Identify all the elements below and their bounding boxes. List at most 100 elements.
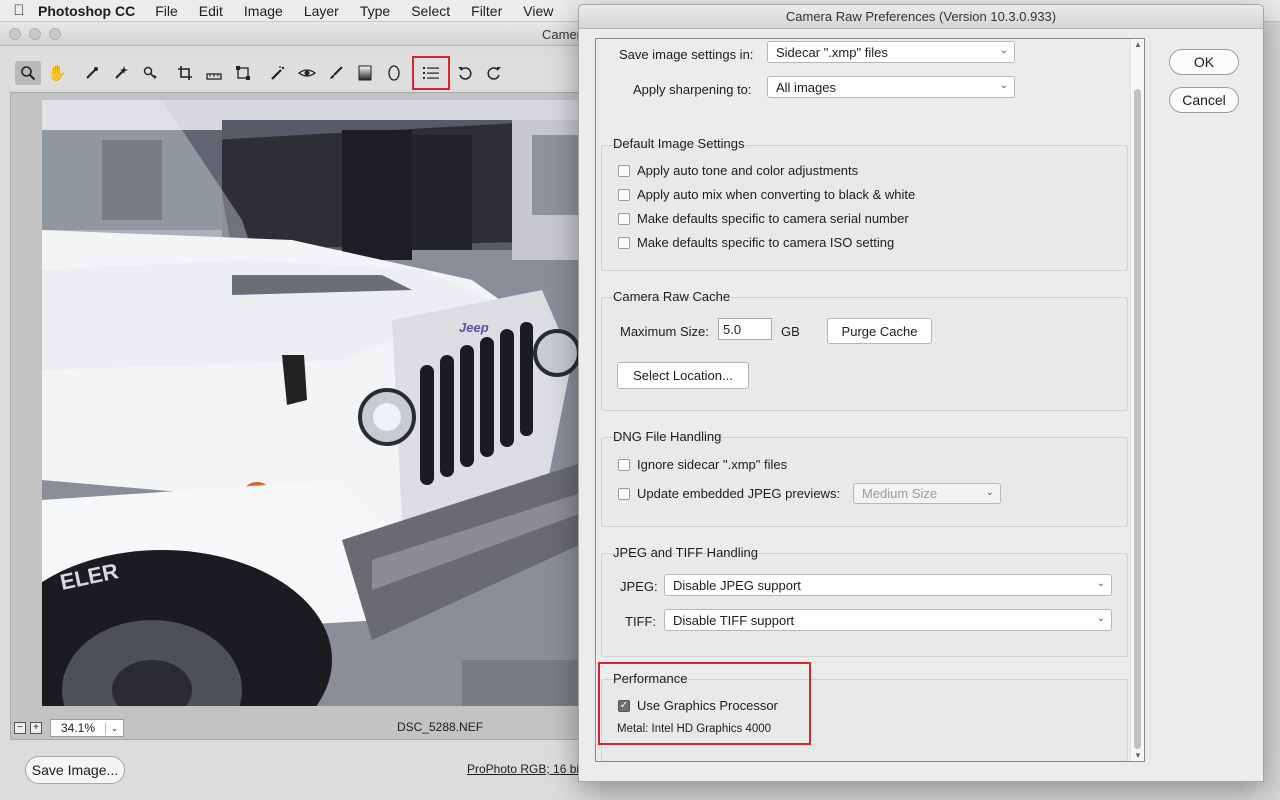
adjustment-brush-icon[interactable]	[323, 61, 349, 85]
iso-defaults-checkbox[interactable]	[618, 236, 630, 249]
jeep-photo: ELER Jeep	[42, 100, 590, 706]
chevron-down-icon: ⌄	[985, 487, 994, 498]
save-settings-value: Sidecar ".xmp" files	[776, 44, 888, 60]
update-previews-checkbox[interactable]	[618, 487, 630, 500]
tiff-label: TIFF:	[625, 613, 657, 629]
max-size-unit: GB	[781, 323, 800, 339]
close-window-button[interactable]	[9, 28, 21, 40]
auto-tone-checkbox[interactable]	[618, 164, 630, 177]
zoom-level-value: 34.1%	[60, 721, 96, 735]
chevron-down-icon: ⌄	[1096, 613, 1105, 624]
save-settings-label: Save image settings in:	[619, 46, 754, 62]
sharpening-value: All images	[776, 79, 836, 95]
vertical-scrollbar[interactable]: ▲ ▼	[1130, 39, 1144, 761]
menu-image[interactable]: Image	[244, 3, 283, 19]
jpeg-tiff-handling-group	[601, 553, 1128, 657]
scrollbar-thumb[interactable]	[1134, 89, 1141, 749]
radial-filter-icon[interactable]	[381, 61, 407, 85]
rotate-right-icon[interactable]	[481, 61, 507, 85]
default-image-settings-title: Default Image Settings	[613, 136, 745, 151]
zoom-tool-icon[interactable]	[15, 61, 41, 85]
dng-file-handling-title: DNG File Handling	[613, 429, 722, 444]
tiff-handling-select[interactable]: Disable TIFF support ⌄	[664, 609, 1112, 631]
svg-text:Jeep: Jeep	[459, 320, 489, 335]
tiff-handling-value: Disable TIFF support	[673, 612, 795, 628]
color-sampler-tool-icon[interactable]	[108, 61, 134, 85]
straighten-tool-icon[interactable]	[201, 61, 227, 85]
camera-raw-cache-group	[601, 297, 1128, 411]
camera-raw-title-bar: Camer	[0, 22, 600, 46]
sharpening-select[interactable]: All images ⌄	[767, 76, 1015, 98]
crop-tool-icon[interactable]	[172, 61, 198, 85]
cancel-button[interactable]: Cancel	[1169, 87, 1239, 113]
max-size-label: Maximum Size:	[620, 323, 709, 339]
chevron-down-icon: ⌄	[999, 45, 1008, 56]
white-balance-tool-icon[interactable]	[79, 61, 105, 85]
auto-tone-label: Apply auto tone and color adjustments	[637, 163, 859, 178]
select-location-button[interactable]: Select Location...	[617, 362, 749, 389]
auto-mix-option[interactable]: Apply auto mix when converting to black …	[618, 187, 915, 202]
serial-defaults-checkbox[interactable]	[618, 212, 630, 225]
preferences-dialog: Camera Raw Preferences (Version 10.3.0.9…	[578, 4, 1264, 782]
max-size-input[interactable]: 5.0	[718, 318, 772, 340]
preferences-scroll-pane[interactable]: Save image settings in: Sidecar ".xmp" f…	[595, 38, 1145, 762]
preview-status-bar: − + 34.1% ⌄ DSC_5288.NEF	[10, 716, 600, 740]
menu-edit[interactable]: Edit	[199, 3, 223, 19]
jpeg-tiff-handling-title: JPEG and TIFF Handling	[613, 545, 758, 560]
spot-removal-tool-icon[interactable]	[265, 61, 291, 85]
photo-illustration: ELER Jeep	[42, 100, 590, 706]
zoom-level-select[interactable]: 34.1% ⌄	[50, 719, 124, 737]
ok-button[interactable]: OK	[1169, 49, 1239, 75]
preview-size-value: Medium Size	[862, 486, 938, 501]
targeted-adjustment-tool-icon[interactable]	[137, 61, 163, 85]
camera-raw-window: Camer ✋ ELER Jeep − + 34.1% ⌄ DSC_5288.N…	[0, 22, 600, 800]
camera-raw-cache-title: Camera Raw Cache	[613, 289, 731, 304]
zoom-window-button[interactable]	[49, 28, 61, 40]
zoom-in-button[interactable]: +	[30, 722, 42, 734]
dng-file-handling-group	[601, 437, 1128, 527]
menu-select[interactable]: Select	[411, 3, 450, 19]
auto-mix-checkbox[interactable]	[618, 188, 630, 201]
camera-raw-window-title: Camer	[542, 27, 582, 42]
auto-tone-option[interactable]: Apply auto tone and color adjustments	[618, 163, 858, 178]
menu-type[interactable]: Type	[360, 3, 390, 19]
minimize-window-button[interactable]	[29, 28, 41, 40]
serial-defaults-option[interactable]: Make defaults specific to camera serial …	[618, 211, 909, 226]
sharpening-label: Apply sharpening to:	[633, 81, 752, 97]
transform-tool-icon[interactable]	[230, 61, 256, 85]
camera-raw-toolbar: ✋	[10, 56, 600, 90]
chevron-down-icon: ⌄	[1096, 578, 1105, 589]
ignore-sidecar-label: Ignore sidecar ".xmp" files	[637, 457, 788, 472]
hand-tool-icon[interactable]: ✋	[44, 61, 70, 85]
apple-icon[interactable]: 	[0, 2, 38, 19]
menu-filter[interactable]: Filter	[471, 3, 502, 19]
jpeg-handling-select[interactable]: Disable JPEG support ⌄	[664, 574, 1112, 596]
preferences-icon[interactable]	[412, 56, 450, 90]
preview-size-select[interactable]: Medium Size ⌄	[853, 483, 1001, 504]
save-settings-select[interactable]: Sidecar ".xmp" files ⌄	[767, 41, 1015, 63]
iso-defaults-option[interactable]: Make defaults specific to camera ISO set…	[618, 235, 894, 250]
graduated-filter-icon[interactable]	[352, 61, 378, 85]
auto-mix-label: Apply auto mix when converting to black …	[637, 187, 916, 202]
red-eye-tool-icon[interactable]	[294, 61, 320, 85]
menu-view[interactable]: View	[523, 3, 553, 19]
menu-layer[interactable]: Layer	[304, 3, 339, 19]
scroll-down-icon[interactable]: ▼	[1131, 751, 1144, 760]
menu-file[interactable]: File	[155, 3, 178, 19]
scroll-up-icon[interactable]: ▲	[1131, 40, 1144, 49]
image-preview-area: ELER Jeep	[10, 92, 600, 740]
jpeg-handling-value: Disable JPEG support	[673, 577, 801, 593]
ignore-sidecar-option[interactable]: Ignore sidecar ".xmp" files	[618, 457, 787, 472]
workflow-options-link[interactable]: ProPhoto RGB; 16 bit	[467, 762, 582, 776]
chevron-down-icon: ⌄	[105, 722, 123, 734]
serial-defaults-label: Make defaults specific to camera serial …	[637, 211, 909, 226]
save-image-button[interactable]: Save Image...	[25, 756, 125, 784]
update-previews-option[interactable]: Update embedded JPEG previews:	[618, 486, 840, 501]
ignore-sidecar-checkbox[interactable]	[618, 458, 630, 471]
zoom-out-button[interactable]: −	[14, 722, 26, 734]
menu-app-name[interactable]: Photoshop CC	[38, 3, 135, 19]
purge-cache-button[interactable]: Purge Cache	[827, 318, 932, 344]
jpeg-label: JPEG:	[620, 578, 658, 594]
rotate-left-icon[interactable]	[452, 61, 478, 85]
update-previews-label: Update embedded JPEG previews:	[637, 486, 841, 501]
